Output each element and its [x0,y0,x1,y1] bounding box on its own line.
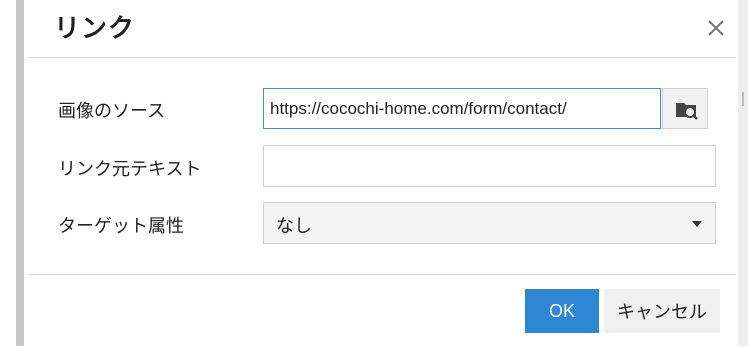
dialog-footer: OK キャンセル [28,274,736,347]
chevron-down-icon [692,221,702,227]
source-url-input[interactable] [263,88,661,129]
target-selected-value: なし [276,216,312,237]
target-select[interactable]: なし [263,202,716,244]
browse-button[interactable] [662,88,708,129]
link-dialog: リンク 画像のソース リンク元テキスト ターゲット属性 なし OK キャンセル [28,0,736,346]
link-text-input[interactable] [263,145,716,187]
cancel-button[interactable]: キャンセル [604,289,720,333]
close-button[interactable] [704,16,728,40]
link-text-label: リンク元テキスト [58,159,202,180]
background-edge-left [16,0,24,346]
source-label: 画像のソース [58,101,166,122]
target-label: ターゲット属性 [58,216,184,237]
close-icon [708,20,724,36]
dialog-title: リンク [54,14,136,44]
dialog-header: リンク [28,0,736,58]
ok-button[interactable]: OK [525,289,599,333]
browse-image-icon [676,103,698,120]
scrollbar-marker [742,92,744,106]
background-edge-right [738,0,748,346]
